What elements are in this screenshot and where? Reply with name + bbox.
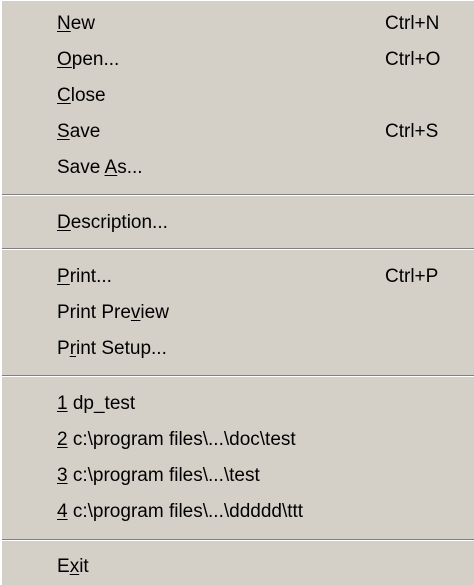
menu-item-recent-2[interactable]: 2 c:\program files\...\doc\test <box>2 423 474 457</box>
menu-separator <box>2 375 474 377</box>
menu-item-print[interactable]: Print... Ctrl+P <box>2 260 474 294</box>
menu-item-recent-3[interactable]: 3 c:\program files\...\test <box>2 459 474 493</box>
shortcut-label: Ctrl+P <box>385 266 439 287</box>
menu-item-label: Save As... <box>57 157 143 178</box>
menu-item-label: Print Setup... <box>57 338 167 359</box>
menu-item-label: Print Preview <box>57 302 169 323</box>
menu-item-label: 4 c:\program files\...\ddddd\ttt <box>57 501 304 522</box>
menu-item-label: 2 c:\program files\...\doc\test <box>57 429 296 450</box>
menu-item-label: Save <box>57 121 101 142</box>
menu-item-description[interactable]: Description... <box>2 206 474 240</box>
menu-item-label: Print... <box>57 266 112 287</box>
shortcut-label: Ctrl+S <box>385 121 439 142</box>
shortcut-label: Ctrl+N <box>385 13 440 34</box>
menu-item-close[interactable]: Close <box>2 79 474 113</box>
menu-item-open[interactable]: Open... Ctrl+O <box>2 43 474 77</box>
menu-item-recent-1[interactable]: 1 dp_test <box>2 387 474 421</box>
menu-item-print-setup[interactable]: Print Setup... <box>2 332 474 366</box>
menu-item-label: Open... <box>57 49 120 70</box>
file-menu: New Ctrl+N Open... Ctrl+O Close Save Ctr… <box>0 0 474 585</box>
menu-item-exit[interactable]: Exit <box>2 550 474 584</box>
menu-item-print-preview[interactable]: Print Preview <box>2 296 474 330</box>
menu-item-save[interactable]: Save Ctrl+S <box>2 115 474 149</box>
shortcut-label: Ctrl+O <box>385 49 441 70</box>
menu-item-label: 3 c:\program files\...\test <box>57 465 260 486</box>
menu-item-label: 1 dp_test <box>57 393 136 414</box>
menu-item-save-as[interactable]: Save As... <box>2 151 474 185</box>
menu-separator <box>2 539 474 541</box>
menu-item-recent-4[interactable]: 4 c:\program files\...\ddddd\ttt <box>2 495 474 529</box>
menu-item-label: New <box>57 13 96 34</box>
menu-item-label: Close <box>57 85 106 106</box>
menu-item-label: Exit <box>57 556 89 577</box>
menu-separator <box>2 248 474 250</box>
menu-separator <box>2 194 474 196</box>
menu-item-label: Description... <box>57 212 168 233</box>
menu-item-new[interactable]: New Ctrl+N <box>2 7 474 41</box>
